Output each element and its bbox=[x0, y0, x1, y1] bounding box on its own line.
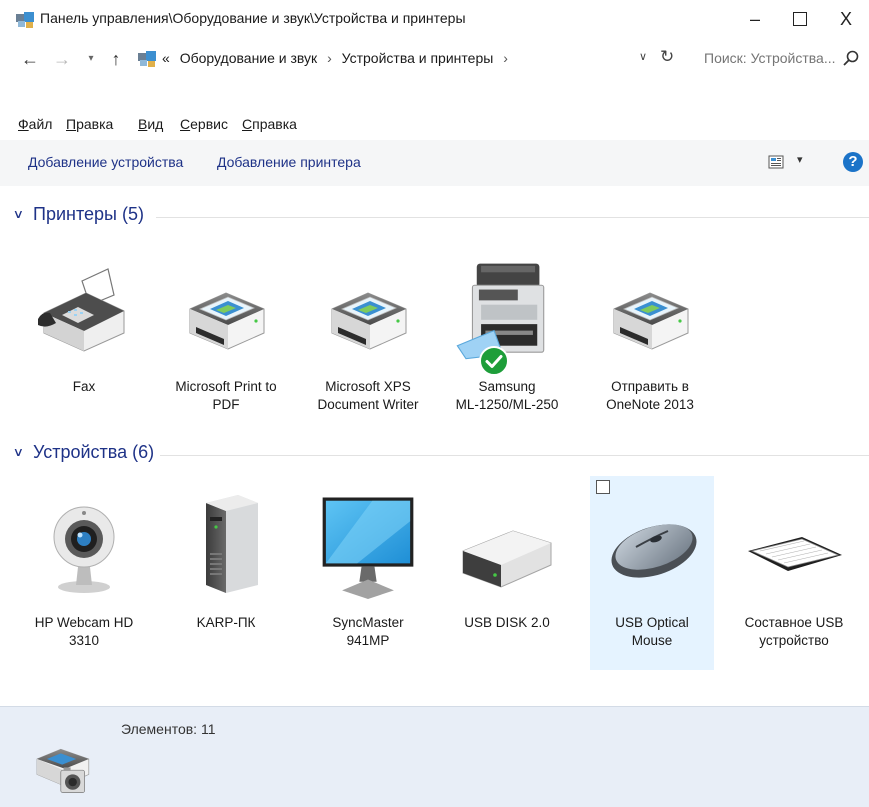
title-bar: Панель управления\Оборудование и звук\Ус… bbox=[0, 0, 869, 38]
item-count: Элементов: 11 bbox=[121, 721, 216, 737]
printer-label: Samsung ML-1250/ML-250 bbox=[455, 379, 559, 412]
breadcrumb-devices-printers[interactable]: Устройства и принтеры bbox=[342, 50, 494, 66]
command-bar: Добавление устройства Добавление принтер… bbox=[0, 140, 869, 186]
back-button[interactable]: ← bbox=[18, 47, 42, 71]
address-history-dropdown[interactable]: ∨ bbox=[639, 50, 647, 63]
maximize-button[interactable] bbox=[778, 0, 822, 38]
usb-disk-icon bbox=[455, 495, 559, 595]
group-title: Устройства (6) bbox=[33, 442, 165, 463]
minimize-button[interactable]: – bbox=[733, 0, 777, 38]
change-view-icon[interactable] bbox=[768, 154, 784, 170]
group-title: Принтеры (5) bbox=[33, 204, 154, 225]
search-box[interactable] bbox=[697, 46, 862, 72]
printer-icon bbox=[600, 259, 700, 359]
add-printer-button[interactable]: Добавление принтера bbox=[217, 154, 361, 170]
control-panel-icon bbox=[138, 51, 156, 67]
menu-view[interactable]: Вид bbox=[138, 116, 163, 132]
printer-icon bbox=[318, 259, 418, 359]
device-label: SyncMaster 941MP bbox=[332, 615, 404, 648]
breadcrumb-separator[interactable]: › bbox=[327, 50, 332, 66]
group-header-devices[interactable]: ∨ Устройства (6) bbox=[0, 442, 869, 468]
printer-label: Отправить в OneNote 2013 bbox=[606, 379, 694, 412]
breadcrumb-hardware-sound[interactable]: Оборудование и звук bbox=[180, 50, 318, 66]
mouse-icon bbox=[598, 495, 706, 595]
collapse-chevron-icon: ∨ bbox=[12, 207, 25, 221]
search-input[interactable] bbox=[697, 46, 844, 70]
add-device-button[interactable]: Добавление устройства bbox=[28, 154, 183, 170]
menu-tools[interactable]: Сервис bbox=[180, 116, 228, 132]
control-panel-icon bbox=[16, 12, 34, 28]
close-button[interactable]: X bbox=[824, 0, 868, 38]
device-tile-selected[interactable]: USB Optical Mouse bbox=[590, 476, 714, 670]
help-button[interactable]: ? bbox=[843, 152, 863, 172]
device-label: USB Optical Mouse bbox=[615, 615, 689, 648]
monitor-icon bbox=[314, 489, 422, 601]
window-title: Панель управления\Оборудование и звук\Ус… bbox=[40, 10, 466, 26]
refresh-button[interactable]: ↻ bbox=[660, 47, 674, 67]
device-label: HP Webcam HD 3310 bbox=[34, 615, 134, 648]
device-label: Составное USB устройство bbox=[744, 615, 844, 648]
collapse-chevron-icon: ∨ bbox=[12, 445, 25, 459]
menu-edit[interactable]: Правка bbox=[66, 116, 113, 132]
navigation-bar: ← → ▾ ↑ « Оборудование и звук › Устройст… bbox=[0, 38, 869, 82]
group-divider bbox=[156, 217, 869, 218]
devices-and-printers-icon bbox=[30, 729, 100, 803]
printer-label: Microsoft Print to PDF bbox=[175, 379, 277, 412]
printer-icon bbox=[176, 259, 276, 359]
details-pane: Элементов: 11 bbox=[0, 706, 869, 807]
device-label: KARP-ПК bbox=[196, 615, 256, 630]
group-header-printers[interactable]: ∨ Принтеры (5) bbox=[0, 204, 869, 230]
computer-tower-icon bbox=[176, 489, 276, 601]
group-divider bbox=[160, 455, 869, 456]
keyboard-icon bbox=[740, 495, 848, 595]
menu-file[interactable]: Файл bbox=[18, 116, 52, 132]
view-options-dropdown[interactable]: ▾ bbox=[797, 153, 803, 166]
address-bar[interactable]: « Оборудование и звук › Устройства и при… bbox=[136, 46, 681, 72]
menu-help[interactable]: Справка bbox=[242, 116, 297, 132]
up-button[interactable]: ↑ bbox=[104, 47, 128, 71]
recent-locations-button[interactable]: ▾ bbox=[84, 47, 98, 71]
menu-bar: Файл Правка Вид Сервис Справка bbox=[0, 114, 869, 136]
forward-button[interactable]: → bbox=[50, 47, 74, 71]
fax-icon bbox=[34, 259, 134, 359]
webcam-icon bbox=[34, 489, 134, 601]
printer-label: Fax bbox=[72, 379, 96, 394]
breadcrumb-separator[interactable]: › bbox=[503, 50, 508, 66]
device-label: USB DISK 2.0 bbox=[464, 615, 550, 630]
default-printer-check-icon bbox=[479, 346, 509, 376]
breadcrumb-overflow[interactable]: « bbox=[162, 50, 170, 66]
breadcrumb: « Оборудование и звук › Устройства и при… bbox=[162, 50, 514, 66]
printer-label: Microsoft XPS Document Writer bbox=[317, 379, 419, 412]
search-icon bbox=[843, 50, 859, 66]
maximize-icon bbox=[793, 11, 807, 26]
